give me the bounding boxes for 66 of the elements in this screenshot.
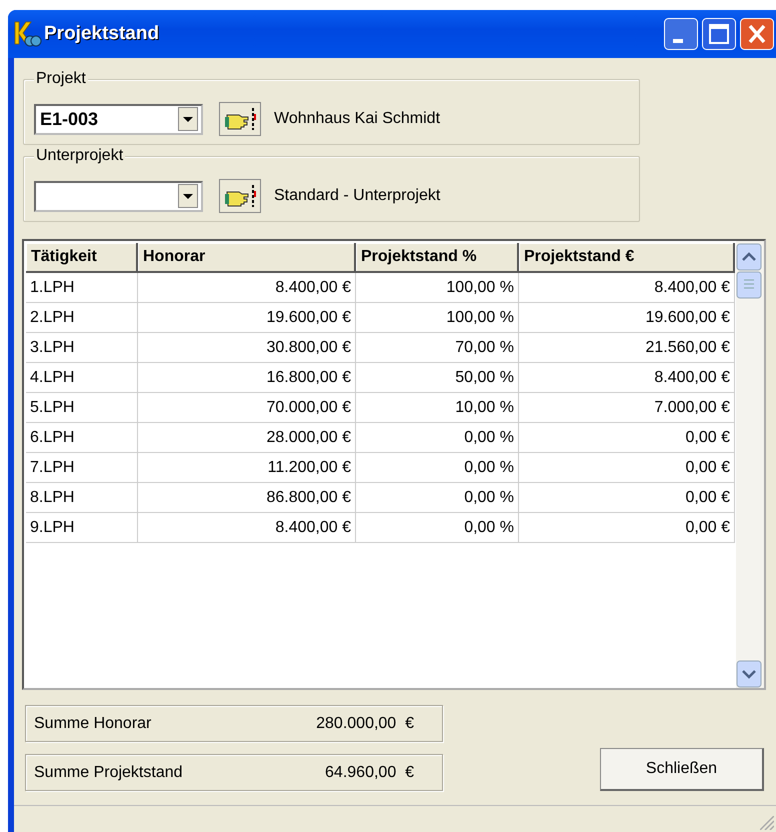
column-header[interactable]: Projektstand %: [356, 243, 519, 273]
table-cell: 3.LPH: [26, 333, 138, 363]
table-cell: 19.600,00 €: [138, 303, 356, 333]
total-label: Summe Projektstand: [34, 764, 184, 782]
project-description: Standard - Unterprojekt: [274, 187, 440, 205]
table-cell: 8.400,00 €: [519, 363, 735, 393]
table-cell: 86.800,00 €: [138, 483, 356, 513]
table-cell: 2.LPH: [26, 303, 138, 333]
table-cell: 0,00 %: [356, 453, 519, 483]
table-cell: 8.LPH: [26, 483, 138, 513]
table-cell: 8.400,00 €: [138, 273, 356, 303]
table-cell: 70.000,00 €: [138, 393, 356, 423]
close-button[interactable]: Schließen: [600, 748, 764, 791]
table-cell: 16.800,00 €: [138, 363, 356, 393]
table-cell: 50,00 %: [356, 363, 519, 393]
table-cell: 28.000,00 €: [138, 423, 356, 453]
table-cell: 11.200,00 €: [138, 453, 356, 483]
table-cell: 7.LPH: [26, 453, 138, 483]
group-label: Projekt: [34, 70, 88, 88]
scroll-thumb[interactable]: [736, 271, 762, 299]
vertical-scrollbar[interactable]: [736, 241, 764, 688]
table-cell: 1.LPH: [26, 273, 138, 303]
table-cell: 4.LPH: [26, 363, 138, 393]
window-title: Projektstand: [44, 23, 160, 45]
table-cell: 100,00 %: [356, 273, 519, 303]
total-label: Summe Honorar: [34, 714, 152, 732]
dropdown-arrow-button[interactable]: [178, 184, 198, 208]
dropdown-arrow-button[interactable]: [178, 107, 198, 131]
group-label: Unterprojekt: [34, 147, 126, 165]
column-header[interactable]: Honorar: [138, 243, 356, 273]
table-cell: 0,00 %: [356, 483, 519, 513]
scroll-down-button[interactable]: [736, 660, 762, 688]
table-cell: 6.LPH: [26, 423, 138, 453]
table-cell: 5.LPH: [26, 393, 138, 423]
resize-grip-icon: [760, 816, 774, 830]
dropdown-value: E1-003: [40, 108, 98, 130]
close-button[interactable]: [740, 18, 774, 50]
table-cell: 21.560,00 €: [519, 333, 735, 363]
pointing-hand-button[interactable]: [219, 102, 261, 136]
table-cell: 0,00 €: [519, 513, 735, 543]
table-cell: 0,00 %: [356, 423, 519, 453]
minimize-button[interactable]: [664, 18, 698, 50]
table-cell: 9.LPH: [26, 513, 138, 543]
table-cell: 0,00 €: [519, 423, 735, 453]
table-cell: 10,00 %: [356, 393, 519, 423]
column-header[interactable]: Projektstand €: [519, 243, 735, 273]
table-cell: 8.400,00 €: [138, 513, 356, 543]
project-dropdown[interactable]: [34, 180, 203, 212]
total-value: 64.960,00 €: [324, 764, 414, 782]
pointing-hand-button[interactable]: [219, 179, 261, 213]
table-cell: 70,00 %: [356, 333, 519, 363]
table-cell: 30.800,00 €: [138, 333, 356, 363]
table-cell: 19.600,00 €: [519, 303, 735, 333]
table-cell: 100,00 %: [356, 303, 519, 333]
total-value: 280.000,00 €: [315, 714, 414, 732]
scroll-up-button[interactable]: [736, 243, 762, 271]
project-description: Wohnhaus Kai Schmidt: [274, 110, 440, 128]
project-dropdown[interactable]: E1-003: [34, 104, 203, 134]
maximize-button[interactable]: [702, 18, 736, 50]
column-header[interactable]: Tätigkeit: [26, 243, 138, 273]
table-cell: 0,00 €: [519, 483, 735, 513]
table-cell: 0,00 €: [519, 453, 735, 483]
table-cell: 8.400,00 €: [519, 273, 735, 303]
table-cell: 7.000,00 €: [519, 393, 735, 423]
table-cell: 0,00 %: [356, 513, 519, 543]
app-logo-icon: [12, 20, 42, 48]
